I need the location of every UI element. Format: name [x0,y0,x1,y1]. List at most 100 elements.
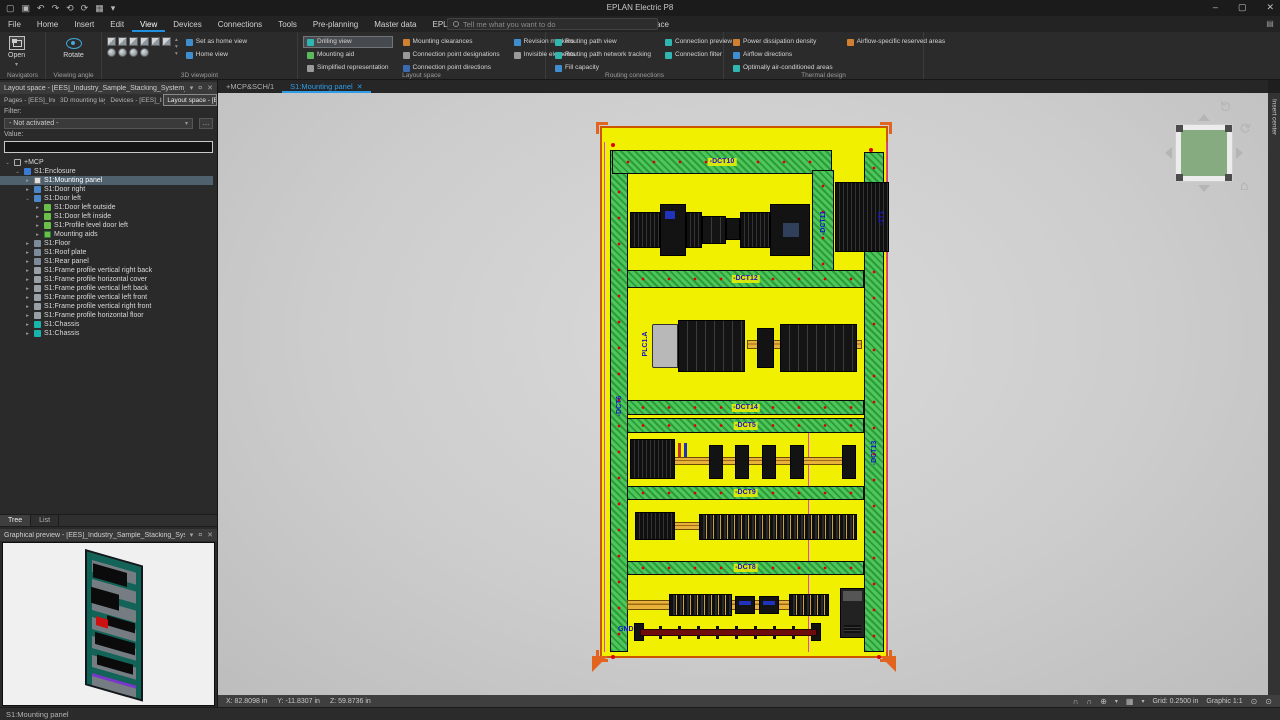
tree-item-s1-rear-panel[interactable]: ▸S1:Rear panel [0,257,213,266]
component-relay[interactable] [735,445,749,479]
tree-item-s1-mounting-panel[interactable]: ▸S1:Mounting panel [0,176,213,185]
wire-duct-dct6[interactable]: -DCT6 [610,150,628,652]
expand-icon[interactable]: ▸ [24,322,31,328]
component-plc-rack[interactable] [678,320,745,372]
insert-center-strip[interactable]: Insert center [1268,93,1280,695]
connection-point-designations-button[interactable]: Connection point designations [399,49,504,61]
component-contactor-large[interactable] [770,204,810,256]
nav-corner-handle[interactable] [1176,174,1183,181]
nav-arrow-down-icon[interactable] [1198,185,1210,192]
view-cube-icon[interactable] [162,37,171,46]
wire-duct-dct9[interactable]: -DCT9 [627,486,864,500]
open-button[interactable]: Open ▾ [2,34,31,68]
tab-mcp-sch[interactable]: +MCP&SCH/1 [218,80,282,93]
collapse-icon[interactable]: ⌄ [14,169,21,175]
zoom-out-icon[interactable]: ⊙ [1265,697,1272,706]
rotate-ccw-icon[interactable]: ⟲ [1214,95,1235,117]
nav-corner-handle[interactable] [1225,174,1232,181]
navigator-tab-devices-ees-in[interactable]: Devices - [EES]_In... [106,94,163,106]
filter-dropdown[interactable]: - Not activated - ▾ [4,118,193,129]
tree-item-s1-floor[interactable]: ▸S1:Floor [0,239,213,248]
wire-duct-dct5[interactable]: -DCT5 [627,418,864,433]
tree-item-s1-chassis[interactable]: ▸S1:Chassis [0,329,213,338]
expand-icon[interactable]: ▸ [24,250,31,256]
expand-icon[interactable]: ▸ [24,241,31,247]
expand-icon[interactable]: ▸ [24,268,31,274]
navigator-tab-pages-ees-ind[interactable]: Pages - [EES]_Ind... [0,94,56,106]
tree-item-s1-door-right[interactable]: ▸S1:Door right [0,185,213,194]
tree-item-s1-door-left-inside[interactable]: ▸S1:Door left inside [0,212,213,221]
coordinate-system-icon[interactable]: ⊕ [1100,697,1107,706]
nav-arrow-left-icon[interactable] [1165,147,1172,159]
nav-arrow-right-icon[interactable] [1236,147,1243,159]
ground-busbar[interactable] [640,629,817,636]
graphic-scale[interactable]: Graphic 1:1 [1206,698,1242,705]
tree-item-s1-roof-plate[interactable]: ▸S1:Roof plate [0,248,213,257]
menu-master-data[interactable]: Master data [366,16,424,32]
component-contactor[interactable] [660,204,686,256]
tree-item-s1-frame-profile-horizontal-floor[interactable]: ▸S1:Frame profile horizontal floor [0,311,213,320]
component-relay[interactable] [709,445,723,479]
tree-item-s1-profile-level-door-left[interactable]: ▸S1:Profile level door left [0,221,213,230]
menu-home[interactable]: Home [29,16,66,32]
tree-item-s1-enclosure[interactable]: ⌄S1:Enclosure [0,167,213,176]
component-device[interactable] [757,328,774,368]
expand-icon[interactable]: ▸ [34,232,41,238]
expand-icon[interactable]: ▸ [24,277,31,283]
component-terminal-block[interactable] [759,596,779,614]
mounting-panel-drawing[interactable]: -DCT6 -DCT13 -DCT10 -DCT11 -DCT12 -DCT14 [600,126,888,658]
graphical-preview[interactable] [2,542,215,706]
collapse-icon[interactable]: ⌄ [24,196,31,202]
view-sphere-icon[interactable] [107,48,116,57]
tab-mounting-panel[interactable]: S1:Mounting panel ✕ [282,80,370,93]
component-breaker[interactable] [686,212,702,248]
wire-duct-dct11[interactable]: -DCT11 [812,170,834,274]
wire-duct-dct12[interactable]: -DCT12 [627,270,864,288]
tree-item-s1-frame-profile-vertical-left-back[interactable]: ▸S1:Frame profile vertical left back [0,284,213,293]
wire-duct-dct10[interactable]: -DCT10 [612,150,832,174]
view-cube-icon[interactable] [118,37,127,46]
tree-item-s1-chassis[interactable]: ▸S1:Chassis [0,320,213,329]
menu-edit[interactable]: Edit [102,16,132,32]
tab-tree[interactable]: Tree [0,515,31,526]
layout-space-canvas[interactable]: -DCT6 -DCT13 -DCT10 -DCT11 -DCT12 -DCT14 [218,93,1268,695]
expand-icon[interactable]: ▸ [24,286,31,292]
collapse-icon[interactable]: ⌄ [4,160,11,166]
component-terminal-strip[interactable] [789,594,829,616]
snap-alt-icon[interactable]: ∩ [1086,697,1092,706]
power-dissipation-density-button[interactable]: Power dissipation density [729,36,837,48]
component-breaker-group[interactable] [740,212,770,248]
expand-icon[interactable]: ▸ [24,313,31,319]
tree-item-s1-door-left[interactable]: ⌄S1:Door left [0,194,213,203]
maximize-icon[interactable]: ▢ [1238,0,1247,15]
component-relay[interactable] [790,445,804,479]
wire-duct-dct8[interactable]: -DCT8 [627,561,864,575]
routing-path-view-button[interactable]: Routing path view [551,36,655,48]
component-device[interactable] [726,218,740,240]
home-view-button[interactable]: Home view [182,49,251,61]
expand-icon[interactable]: ▸ [24,178,31,184]
minimize-icon[interactable]: – [1213,0,1218,15]
component-breaker-group[interactable] [630,212,660,248]
tree-item-s1-frame-profile-vertical-left-front[interactable]: ▸S1:Frame profile vertical left front [0,293,213,302]
navigator-tab-3d-mounting-lay[interactable]: 3D mounting lay... [56,94,106,106]
close-icon[interactable]: ✕ [1266,0,1274,15]
tree-item-s1-frame-profile-horizontal-cover[interactable]: ▸S1:Frame profile horizontal cover [0,275,213,284]
expand-icon[interactable]: ▸ [24,259,31,265]
nav-corner-handle[interactable] [1225,125,1232,132]
expand-icon[interactable]: ▸ [24,295,31,301]
menu-file[interactable]: File [0,16,29,32]
expand-icon[interactable]: ▸ [34,205,41,211]
component-relay[interactable] [842,445,856,479]
navigation-cube[interactable] [1176,125,1232,181]
pin-icon[interactable]: ¤ [198,85,202,92]
chevron-down-icon[interactable]: ▾ [190,84,194,92]
tell-me-search[interactable]: Tell me what you want to do [447,18,658,30]
filter-browse-button[interactable]: … [199,118,213,129]
expand-icon[interactable]: ▸ [24,304,31,310]
ribbon-display-options-icon[interactable]: ▤ [1264,18,1276,30]
view-cube-icon[interactable] [129,37,138,46]
scroll-down-icon[interactable]: ▾ [175,44,178,50]
expand-icon[interactable]: ▸ [34,223,41,229]
tree-item-s1-frame-profile-vertical-right-back[interactable]: ▸S1:Frame profile vertical right back [0,266,213,275]
